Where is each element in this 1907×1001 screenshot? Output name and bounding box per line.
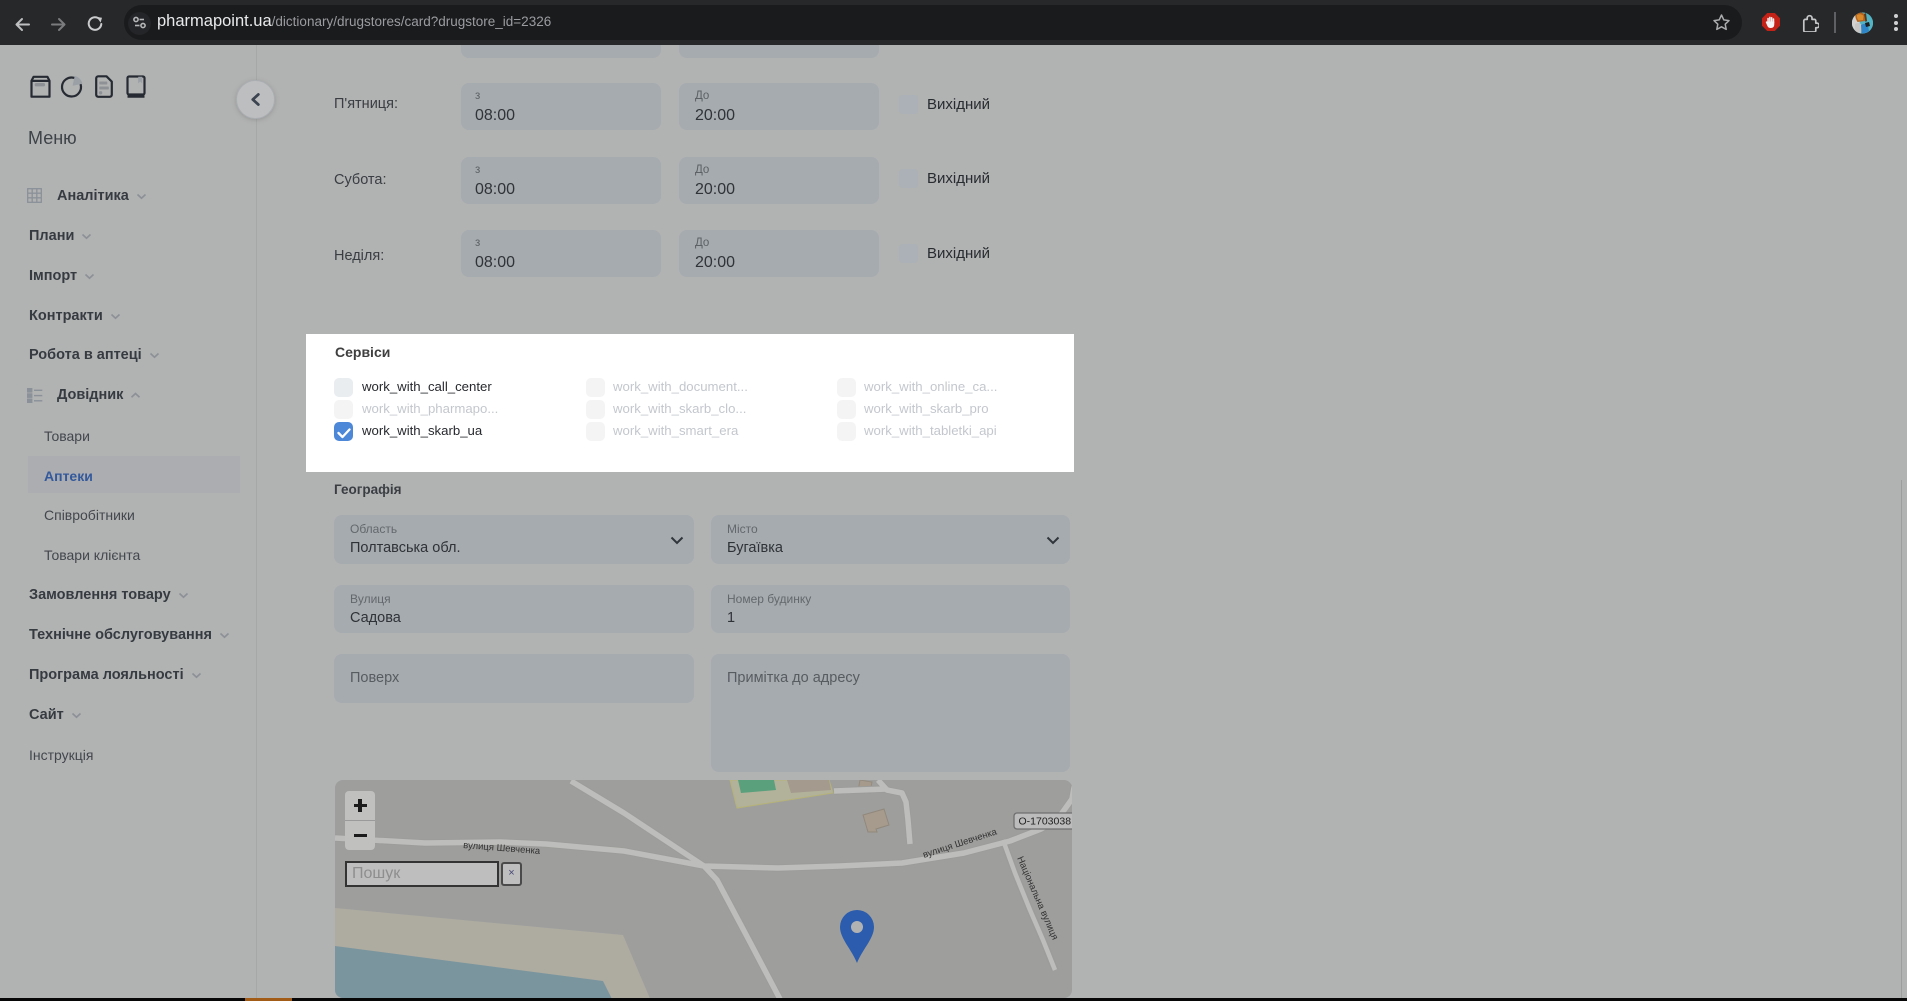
- svg-text:О-1703038: О-1703038: [1019, 816, 1072, 828]
